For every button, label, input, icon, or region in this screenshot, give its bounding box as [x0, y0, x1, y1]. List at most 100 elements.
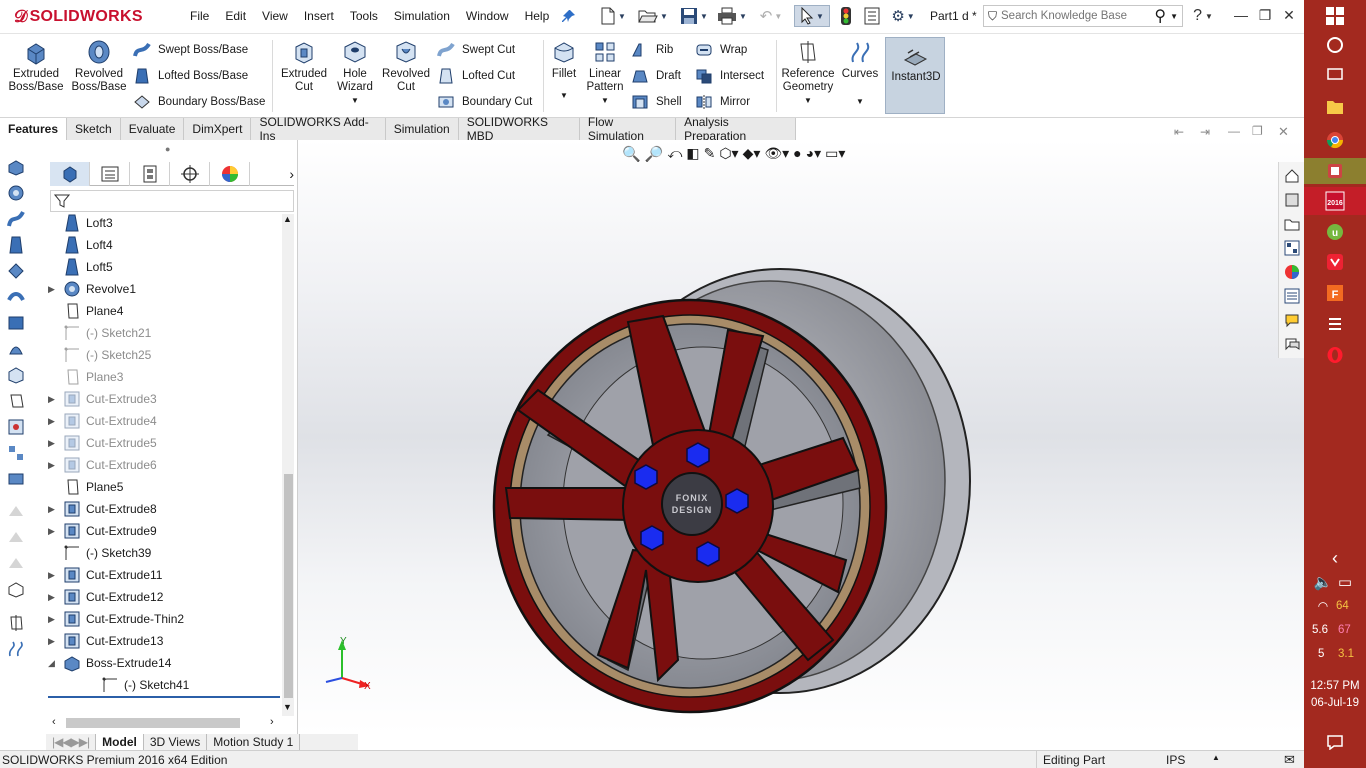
- tab-solidworks-add-ins[interactable]: SOLIDWORKS Add-Ins: [251, 115, 386, 143]
- hscroll-right-icon[interactable]: ›: [270, 716, 274, 728]
- clock-time[interactable]: 12:57 PM: [1304, 680, 1366, 692]
- tab-evaluate[interactable]: Evaluate: [120, 118, 185, 140]
- expand-arrow-icon[interactable]: ▶: [48, 460, 62, 471]
- settings-app-icon[interactable]: [1321, 310, 1349, 338]
- expand-arrow-icon[interactable]: ▶: [48, 614, 62, 625]
- linear-pattern-button[interactable]: Linear Pattern ▼: [584, 38, 626, 107]
- viewport-minimize-icon[interactable]: —: [1228, 124, 1240, 138]
- tree-item[interactable]: ▶ Cut-Extrude6: [48, 454, 157, 476]
- expand-arrow-icon[interactable]: ▶: [48, 394, 62, 405]
- tree-item[interactable]: ▶ Cut-Extrude3: [48, 388, 157, 410]
- tabs-scroll-right-icon[interactable]: ›: [250, 162, 294, 185]
- tree-item[interactable]: ▶ Cut-Extrude-Thin2: [48, 608, 184, 630]
- mirror-button[interactable]: Mirror: [694, 92, 750, 112]
- tab-model[interactable]: Model: [96, 734, 144, 750]
- display-style-icon[interactable]: ◆▾: [743, 145, 761, 167]
- tree-item[interactable]: Loft5: [48, 256, 113, 278]
- feature-tree-tab-icon[interactable]: [50, 162, 90, 186]
- filter-funnel-icon[interactable]: [53, 193, 71, 212]
- new-document-icon[interactable]: ▼: [600, 5, 626, 27]
- rebuild-icon[interactable]: [836, 5, 856, 27]
- task-view-icon[interactable]: [1321, 60, 1349, 88]
- expand-arrow-icon[interactable]: ▶: [48, 284, 62, 295]
- tab-3d-views[interactable]: 3D Views: [144, 734, 208, 750]
- zoom-to-area-icon[interactable]: 🔎: [645, 145, 664, 167]
- solidworks-2016-icon[interactable]: 2016: [1321, 187, 1349, 215]
- menu-edit[interactable]: Edit: [217, 9, 254, 23]
- tree-item[interactable]: ▶ Cut-Extrude11: [48, 564, 162, 586]
- search-icon[interactable]: ⚲: [1154, 6, 1166, 26]
- property-manager-tab-icon[interactable]: [90, 162, 130, 186]
- file-explorer-icon[interactable]: [1282, 214, 1302, 234]
- tree-filter-box[interactable]: [50, 190, 294, 212]
- plane-tool-icon[interactable]: [5, 390, 27, 412]
- curves-button[interactable]: Curves ▼: [840, 38, 880, 108]
- expand-arrow-icon[interactable]: ▶: [48, 416, 62, 427]
- close-icon[interactable]: ✕: [1278, 4, 1300, 26]
- tree-item[interactable]: Loft3: [48, 212, 113, 234]
- tree-scroll-thumb[interactable]: [284, 474, 293, 698]
- expand-arrow-icon[interactable]: ▶: [48, 504, 62, 515]
- viewport-close-icon[interactable]: ✕: [1278, 124, 1289, 140]
- viewport-prev-icon[interactable]: ⇤: [1174, 125, 1184, 139]
- knowledge-base-search[interactable]: ⛉ ⚲ ▼: [983, 5, 1183, 27]
- tab-solidworks-mbd[interactable]: SOLIDWORKS MBD: [458, 115, 580, 143]
- tree-item[interactable]: ▶ Cut-Extrude5: [48, 432, 157, 454]
- media-app-icon[interactable]: [1321, 157, 1349, 185]
- units-dropdown-icon[interactable]: ▲: [1212, 753, 1220, 762]
- search-scope-icon[interactable]: ⛉: [988, 9, 997, 24]
- sweep-tool-icon[interactable]: [5, 208, 27, 230]
- tab-sketch[interactable]: Sketch: [67, 118, 121, 140]
- tab-flow-simulation[interactable]: Flow Simulation: [579, 115, 677, 143]
- cut-extrude-tool-icon[interactable]: [5, 364, 27, 386]
- surface-tool-icon[interactable]: [5, 578, 27, 600]
- open-document-icon[interactable]: ▼: [638, 5, 668, 27]
- reference-geometry-dropdown-icon[interactable]: ▼: [804, 94, 812, 107]
- section-view-icon[interactable]: ◧: [686, 145, 699, 167]
- search-dropdown-icon[interactable]: ▼: [1170, 12, 1178, 21]
- solidworks-forum-icon[interactable]: [1282, 310, 1302, 330]
- tree-horizontal-scrollbar[interactable]: ‹ ›: [50, 716, 282, 730]
- viewport-next-icon[interactable]: ⇥: [1200, 125, 1210, 139]
- instant3d-button[interactable]: Instant3D: [885, 37, 945, 114]
- tab-nav-arrows-icon[interactable]: |◀◀▶▶|: [46, 734, 97, 750]
- apply-scene-icon[interactable]: ◕▾: [806, 145, 821, 167]
- thicken-tool-icon[interactable]: [5, 286, 27, 308]
- tab-dimxpert[interactable]: DimXpert: [184, 118, 252, 140]
- menu-file[interactable]: File: [182, 9, 217, 23]
- options-gear-icon[interactable]: ⚙ ▼: [886, 5, 920, 27]
- disabled-tool-icon[interactable]: [5, 500, 27, 522]
- intersect-button[interactable]: Intersect: [694, 66, 764, 86]
- wifi-icon[interactable]: ◠: [1312, 592, 1334, 620]
- expand-arrow-icon[interactable]: ▶: [48, 636, 62, 647]
- file-properties-icon[interactable]: [862, 5, 882, 27]
- hole-wizard-button[interactable]: Hole Wizard ▼: [332, 38, 378, 107]
- tab-motion-study-1[interactable]: Motion Study 1: [207, 734, 301, 750]
- select-icon[interactable]: ▼: [794, 5, 830, 27]
- curves-tool-icon[interactable]: [5, 638, 27, 660]
- unit-system-text[interactable]: IPS: [1166, 753, 1185, 767]
- edit-appearance-icon[interactable]: ●: [793, 145, 801, 167]
- tree-item[interactable]: ▶ Cut-Extrude12: [48, 586, 163, 608]
- swept-boss-button[interactable]: Swept Boss/Base: [132, 40, 248, 60]
- tree-item[interactable]: ▶ Cut-Extrude9: [48, 520, 157, 542]
- view-orientation-icon[interactable]: ⬡▾: [719, 145, 738, 167]
- loft-tool-icon[interactable]: [5, 234, 27, 256]
- boundary-boss-button[interactable]: Boundary Boss/Base: [132, 92, 265, 112]
- tree-item[interactable]: (-) Sketch41: [86, 674, 189, 696]
- tree-item[interactable]: Plane5: [48, 476, 123, 498]
- lofted-cut-button[interactable]: Lofted Cut: [436, 66, 515, 86]
- tree-item[interactable]: Plane3: [48, 366, 123, 388]
- cortana-search-icon[interactable]: [1321, 31, 1349, 59]
- menu-tools[interactable]: Tools: [342, 9, 386, 23]
- dimxpert-manager-tab-icon[interactable]: [170, 162, 210, 186]
- scroll-up-arrow-icon[interactable]: ▲: [283, 214, 292, 224]
- hole-tool-icon[interactable]: [5, 416, 27, 438]
- extruded-boss-button[interactable]: Extruded Boss/Base: [8, 38, 64, 94]
- previous-view-icon[interactable]: ⤺: [667, 145, 682, 167]
- menu-insert[interactable]: Insert: [296, 9, 342, 23]
- extruded-cut-button[interactable]: Extruded Cut: [278, 38, 330, 94]
- disabled-tool-icon[interactable]: [5, 552, 27, 574]
- reference-geometry-tool-icon[interactable]: [5, 612, 27, 634]
- zoom-to-fit-icon[interactable]: 🔍: [622, 145, 641, 167]
